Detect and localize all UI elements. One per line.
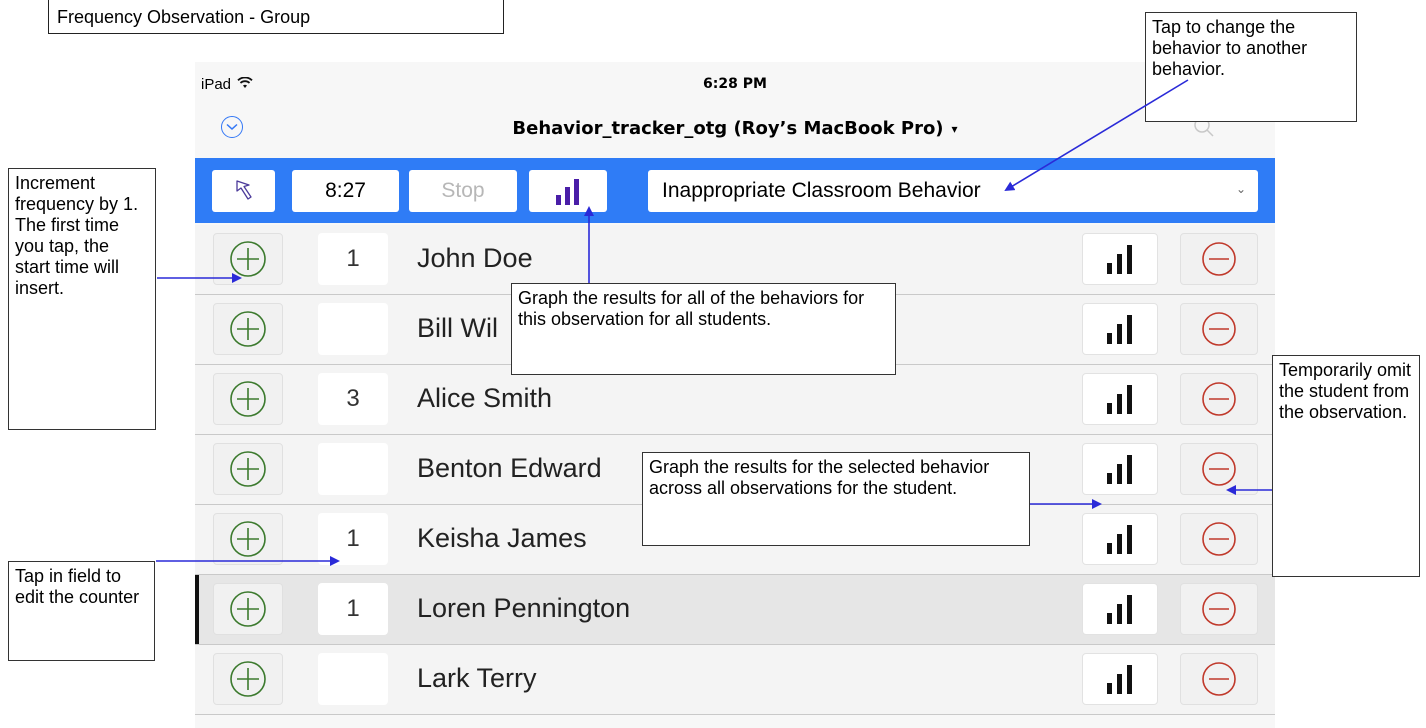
ipad-screen: iPad 6:28 PM Behavior_tracker_otg (Roy’s… [195,62,1275,728]
student-name: Lark Terry [417,663,537,693]
callout-edit-counter: Tap in field to edit the counter [8,561,155,661]
student-row: 3 Alice Smith [195,365,1275,435]
status-time: 6:28 PM [703,76,767,92]
plus-circle-icon [230,591,266,627]
minus-circle-icon [1202,242,1236,276]
omit-student-button[interactable] [1180,513,1258,565]
counter-field[interactable]: 3 [318,373,388,425]
bar-graph-icon [1107,525,1132,554]
omit-student-button[interactable] [1180,653,1258,705]
counter-field[interactable] [318,653,388,705]
counter-field[interactable]: 1 [318,233,388,285]
omit-student-button[interactable] [1180,583,1258,635]
student-graph-button[interactable] [1082,373,1158,425]
student-name: John Doe [417,243,533,273]
student-graph-button[interactable] [1082,583,1158,635]
back-arrow-icon [235,180,252,200]
student-graph-button[interactable] [1082,303,1158,355]
plus-circle-icon [230,311,266,347]
bar-graph-icon [1107,315,1132,344]
increment-button[interactable] [213,233,283,285]
increment-button[interactable] [213,513,283,565]
callout-increment: Increment frequency by 1. The first time… [8,168,156,430]
minus-circle-icon [1202,662,1236,696]
toolbar: 8:27 Stop Inappropriate Classroom Behavi… [195,158,1275,223]
chevron-down-icon: ⌄ [1235,182,1246,196]
minus-circle-icon [1202,312,1236,346]
student-row-selected: 1 Loren Pennington [195,575,1275,645]
student-name: Keisha James [417,523,587,553]
behavior-select[interactable]: Inappropriate Classroom Behavior ⌄ [648,170,1258,212]
back-button[interactable] [212,170,275,212]
increment-button[interactable] [213,443,283,495]
student-name: Alice Smith [417,383,553,413]
plus-circle-icon [230,381,266,417]
student-graph-button[interactable] [1082,513,1158,565]
increment-button[interactable] [213,653,283,705]
minus-circle-icon [1202,452,1236,486]
bar-graph-icon [1107,665,1132,694]
omit-student-button[interactable] [1180,303,1258,355]
omit-student-button[interactable] [1180,233,1258,285]
callout-change-behavior: Tap to change the behavior to another be… [1145,12,1357,122]
bar-graph-icon [1107,455,1132,484]
bar-graph-icon [1107,385,1132,414]
omit-student-button[interactable] [1180,443,1258,495]
bar-graph-icon [556,179,579,205]
student-name: Loren Pennington [417,593,631,623]
callout-omit: Temporarily omit the student from the ob… [1272,355,1420,577]
bar-graph-icon [1107,245,1132,274]
counter-field[interactable]: 1 [318,513,388,565]
omit-student-button[interactable] [1180,373,1258,425]
behavior-select-value: Inappropriate Classroom Behavior [662,179,981,202]
student-row: Lark Terry [195,645,1275,715]
student-name: Benton Edward [417,453,602,483]
counter-field[interactable] [318,443,388,495]
nav-title-text: Behavior_tracker_otg (Roy’s MacBook Pro) [512,118,944,139]
callout-graph-all: Graph the results for all of the behavio… [511,283,896,375]
plus-circle-icon [230,241,266,277]
plus-circle-icon [230,661,266,697]
increment-button[interactable] [213,373,283,425]
bar-graph-icon [1107,595,1132,624]
student-name: Bill Wil [417,313,498,343]
student-graph-button[interactable] [1082,233,1158,285]
plus-circle-icon [230,451,266,487]
graph-all-button[interactable] [529,170,607,212]
minus-circle-icon [1202,522,1236,556]
minus-circle-icon [1202,592,1236,626]
nav-bar: Behavior_tracker_otg (Roy’s MacBook Pro)… [195,104,1275,152]
nav-title[interactable]: Behavior_tracker_otg (Roy’s MacBook Pro)… [195,118,1275,139]
stop-button[interactable]: Stop [409,170,517,212]
counter-field[interactable] [318,303,388,355]
student-graph-button[interactable] [1082,443,1158,495]
counter-field[interactable]: 1 [318,583,388,635]
increment-button[interactable] [213,303,283,355]
page-title: Frequency Observation - Group [48,0,504,34]
caret-down-icon: ▾ [951,122,958,136]
plus-circle-icon [230,521,266,557]
callout-graph-student: Graph the results for the selected behav… [642,452,1030,546]
increment-button[interactable] [213,583,283,635]
minus-circle-icon [1202,382,1236,416]
student-graph-button[interactable] [1082,653,1158,705]
status-bar: iPad 6:28 PM [195,62,1275,104]
timer-display[interactable]: 8:27 [292,170,399,212]
